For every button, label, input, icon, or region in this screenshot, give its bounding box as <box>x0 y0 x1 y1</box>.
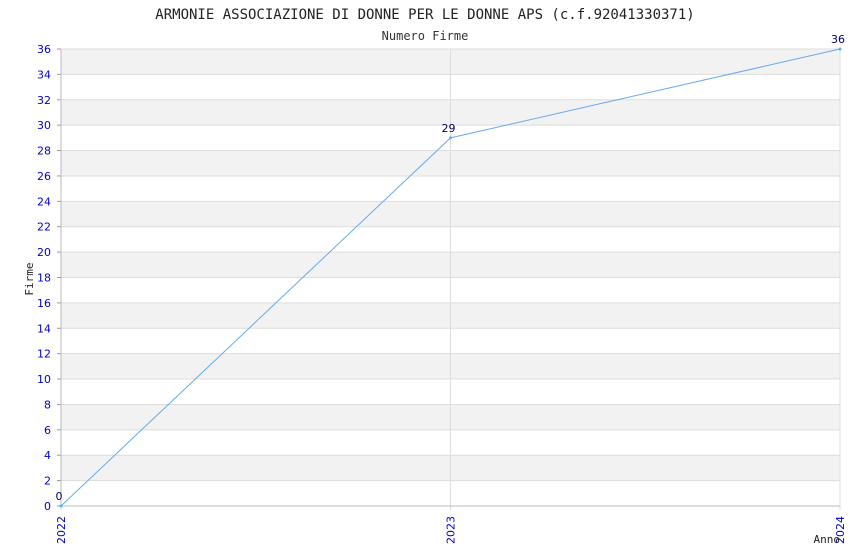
y-tick-label: 0 <box>44 500 51 513</box>
x-tick-label: 2022 <box>55 516 68 544</box>
y-axis-title: Firme <box>23 262 36 295</box>
y-tick-label: 10 <box>37 373 51 386</box>
y-tick-label: 20 <box>37 246 51 259</box>
data-point <box>449 136 452 140</box>
x-tick-labels: 2022 2023 2024 <box>55 516 847 544</box>
y-tick-label: 22 <box>37 221 51 234</box>
y-tick-label: 16 <box>37 297 51 310</box>
data-point <box>59 504 63 508</box>
y-tick-label: 26 <box>37 170 51 183</box>
y-tick-labels: 024681012141618202224262830323436 <box>37 43 51 513</box>
y-tick-label: 18 <box>37 272 51 285</box>
y-tick-label: 4 <box>44 449 51 462</box>
line-chart: 024681012141618202224262830323436 2022 20… <box>23 7 847 546</box>
y-tick-label: 12 <box>37 348 51 361</box>
x-tick-label: 2023 <box>445 516 458 544</box>
y-tick-label: 32 <box>37 94 51 107</box>
y-tick-label: 6 <box>44 424 51 437</box>
x-axis-title: Anno <box>814 533 841 546</box>
y-tick-label: 34 <box>37 68 51 81</box>
data-value-label: 36 <box>831 33 845 46</box>
y-tick-label: 36 <box>37 43 51 56</box>
y-tick-label: 30 <box>37 119 51 132</box>
y-tick-label: 14 <box>37 322 51 335</box>
data-value-label: 29 <box>442 122 456 135</box>
y-tick-label: 24 <box>37 195 51 208</box>
chart-subtitle: Numero Firme <box>382 29 469 43</box>
chart-title: ARMONIE ASSOCIAZIONE DI DONNE PER LE DON… <box>155 7 694 23</box>
y-tick-label: 28 <box>37 145 51 158</box>
y-tick-label: 8 <box>44 398 51 411</box>
y-tick-label: 2 <box>44 475 51 488</box>
data-point <box>838 47 842 51</box>
data-value-label: 0 <box>56 490 63 503</box>
